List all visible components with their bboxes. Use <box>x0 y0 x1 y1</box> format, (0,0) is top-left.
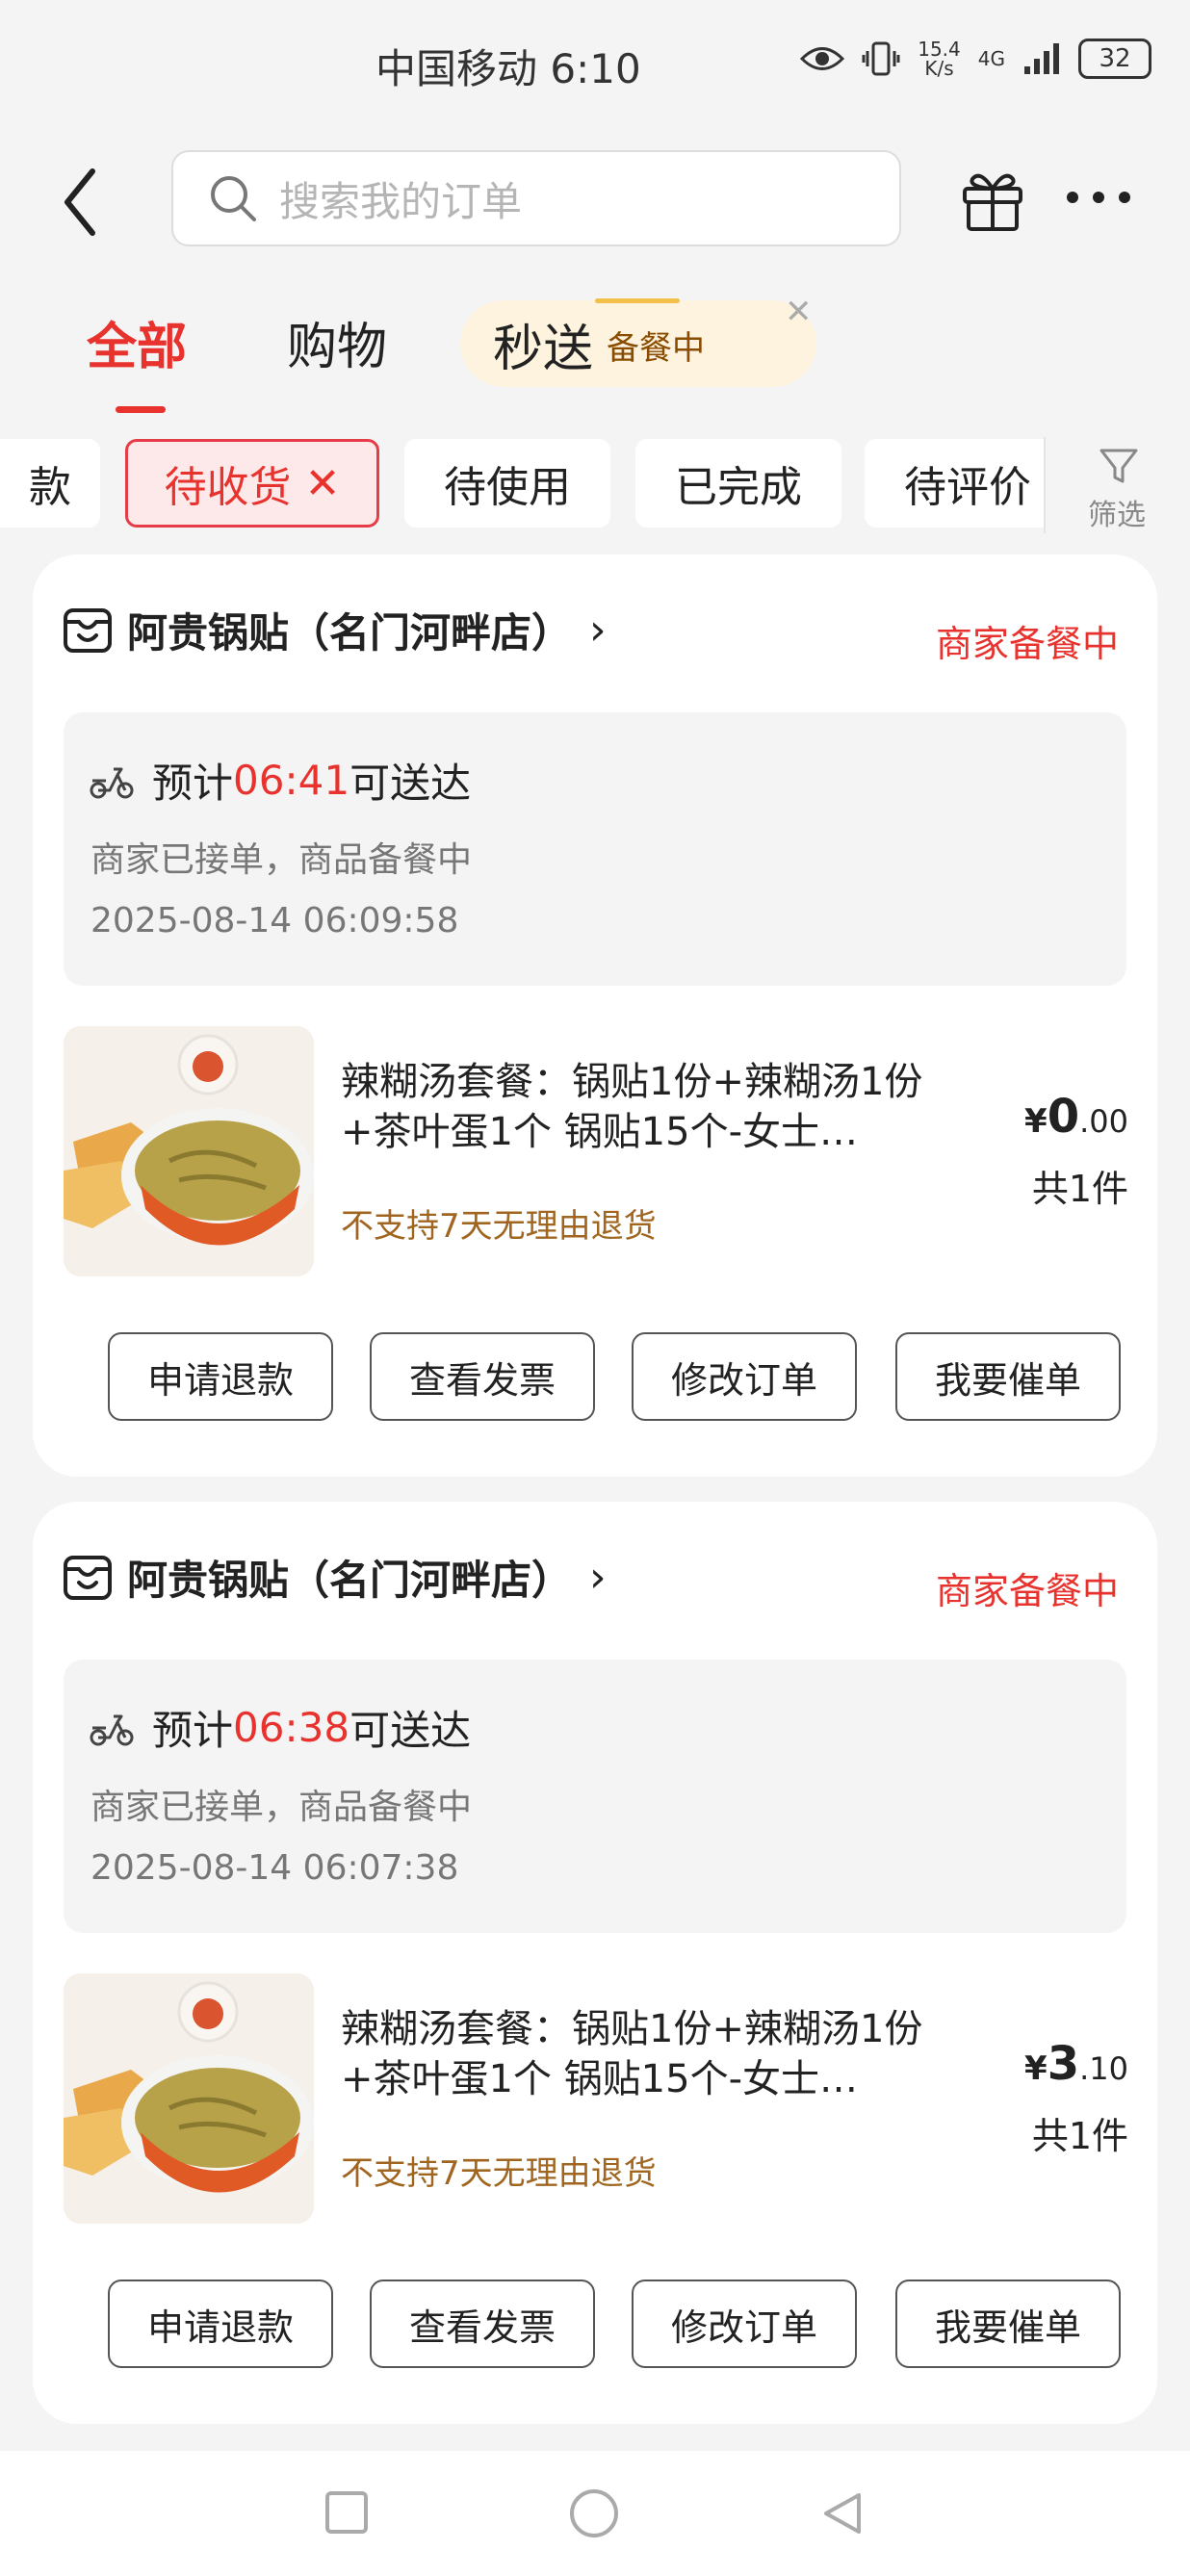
chip-pending-receipt[interactable]: 待收货 ✕ <box>125 439 379 528</box>
item-count: 共1件 <box>1031 2115 1128 2157</box>
product-title[interactable]: 辣糊汤套餐：锅贴1份+辣糊汤1份+茶叶蛋1个 锅贴15个-女士… <box>341 1057 957 1157</box>
filter-label: 筛选 <box>1088 499 1146 532</box>
tab-all[interactable]: 全部 <box>87 306 187 413</box>
chip-to-review[interactable]: 待评价 <box>865 439 1071 528</box>
scooter-icon <box>90 1714 134 1745</box>
chip-to-use[interactable]: 待使用 <box>404 439 610 528</box>
order-price: ¥0.00 <box>1024 1090 1128 1144</box>
order-timestamp: 2025-08-14 06:09:58 <box>91 901 459 940</box>
signal-icon <box>1024 43 1059 74</box>
eta-suffix: 可送达 <box>349 1707 472 1754</box>
order-progress: 商家已接单，商品备餐中 <box>91 1788 473 1827</box>
urge-order-button[interactable]: 我要催单 <box>895 2280 1121 2368</box>
battery-icon: 32 <box>1078 39 1151 79</box>
eye-icon <box>800 47 845 70</box>
return-policy-note: 不支持7天无理由退货 <box>341 2154 657 2193</box>
food-image <box>64 1026 314 1276</box>
eta-suffix: 可送达 <box>349 760 472 807</box>
tab-flash-label: 秒送 <box>493 321 594 378</box>
price-decimal: .00 <box>1079 1103 1128 1140</box>
eta-time: 06:41 <box>233 757 350 804</box>
tab-flash-status: 备餐中 <box>607 329 705 368</box>
tab-flash[interactable]: 秒送 备餐中 <box>460 298 816 387</box>
chip-to-use-label: 待使用 <box>444 463 571 512</box>
chip-completed[interactable]: 已完成 <box>635 439 841 528</box>
net-speed: 15.4 K/s <box>918 39 961 78</box>
more-icon[interactable] <box>1065 183 1132 212</box>
item-count: 共1件 <box>1031 1168 1128 1210</box>
order-card[interactable]: 阿贵锅贴（名门河畔店） › 商家备餐中 预计 06:41 可送达 商家已接单，商品备… <box>33 554 1157 1477</box>
status-icons: 15.4 K/s 4G 32 <box>800 39 1151 79</box>
urge-order-button[interactable]: 我要催单 <box>895 1332 1121 1421</box>
shop-icon <box>64 1555 112 1600</box>
chip-to-review-label: 待评价 <box>904 463 1031 512</box>
speed-value: 15.4 <box>918 38 961 61</box>
flash-indicator <box>595 298 680 303</box>
eta-line: 预计 06:41 可送达 <box>89 751 471 810</box>
vibrate-icon <box>862 41 900 76</box>
shop-link[interactable]: 阿贵锅贴（名门河畔店） › <box>62 1548 607 1607</box>
shop-icon <box>64 607 112 653</box>
speed-unit: K/s <box>924 57 954 80</box>
order-price: ¥3.10 <box>1024 2037 1128 2091</box>
refund-button[interactable]: 申请退款 <box>108 2280 333 2368</box>
order-status: 商家备餐中 <box>935 1570 1119 1612</box>
search-input[interactable]: 搜索我的订单 <box>171 150 901 246</box>
price-integer: 0 <box>1047 1090 1080 1144</box>
funnel-icon <box>1099 449 1138 483</box>
currency-symbol: ¥ <box>1024 2049 1048 2088</box>
screen: 中国移动 6:10 15.4 K/s 4G 32 搜索我的订单 全部 购物 秒送 … <box>0 0 1190 2576</box>
price-integer: 3 <box>1047 2037 1080 2091</box>
close-icon[interactable]: ✕ <box>785 293 813 331</box>
chevron-right-icon: › <box>589 605 607 655</box>
product-title[interactable]: 辣糊汤套餐：锅贴1份+辣糊汤1份+茶叶蛋1个 锅贴15个-女士… <box>341 2004 957 2104</box>
eta-line: 预计 06:38 可送达 <box>89 1698 471 1757</box>
chip-pending-receipt-label: 待收货 <box>164 463 292 512</box>
chip-completed-label: 已完成 <box>675 463 802 512</box>
order-timestamp: 2025-08-14 06:07:38 <box>91 1848 459 1888</box>
chip-partial[interactable]: 款 <box>0 439 100 528</box>
food-image <box>64 1973 314 2224</box>
view-invoice-button[interactable]: 查看发票 <box>370 1332 595 1421</box>
back-arrow-icon[interactable] <box>54 164 112 241</box>
modify-order-button[interactable]: 修改订单 <box>632 1332 857 1421</box>
search-placeholder: 搜索我的订单 <box>279 177 523 225</box>
order-status: 商家备餐中 <box>935 623 1119 665</box>
currency-symbol: ¥ <box>1024 1102 1048 1141</box>
eta-time: 06:38 <box>233 1704 350 1751</box>
modify-order-button[interactable]: 修改订单 <box>632 2280 857 2368</box>
view-invoice-button[interactable]: 查看发票 <box>370 2280 595 2368</box>
search-icon <box>211 176 256 221</box>
remove-filter-icon[interactable]: ✕ <box>305 459 341 508</box>
eta-prefix: 预计 <box>152 1707 234 1754</box>
shop-link[interactable]: 阿贵锅贴（名门河畔店） › <box>62 601 607 659</box>
product-image[interactable] <box>64 1026 314 1276</box>
recent-apps-icon[interactable] <box>325 2491 368 2534</box>
tab-shopping[interactable]: 购物 <box>287 306 387 378</box>
scooter-icon <box>90 767 134 798</box>
shop-name: 阿贵锅贴（名门河畔店） <box>127 1557 573 1604</box>
gift-icon[interactable] <box>959 166 1026 233</box>
network-type: 4G <box>977 47 1005 70</box>
delivery-info[interactable]: 预计 06:38 可送达 商家已接单，商品备餐中 2025-08-14 06:07:… <box>64 1660 1126 1933</box>
system-nav-bar <box>0 2451 1190 2576</box>
return-policy-note: 不支持7天无理由退货 <box>341 1207 657 1246</box>
carrier-time: 中国移动 6:10 <box>375 45 641 92</box>
chevron-right-icon: › <box>589 1553 607 1602</box>
status-bar: 中国移动 6:10 15.4 K/s 4G 32 <box>0 0 1190 125</box>
home-icon[interactable] <box>570 2489 618 2537</box>
delivery-info[interactable]: 预计 06:41 可送达 商家已接单，商品备餐中 2025-08-14 06:09:… <box>64 712 1126 986</box>
chip-partial-label: 款 <box>29 463 71 512</box>
price-decimal: .10 <box>1079 2050 1128 2087</box>
filter-button[interactable]: 筛选 <box>1044 437 1190 533</box>
shop-name: 阿贵锅贴（名门河畔店） <box>127 609 573 657</box>
status-filter-chips: 款 待收货 ✕ 待使用 已完成 待评价 <box>0 439 1190 531</box>
product-image[interactable] <box>64 1973 314 2224</box>
order-progress: 商家已接单，商品备餐中 <box>91 840 473 880</box>
order-card[interactable]: 阿贵锅贴（名门河畔店） › 商家备餐中 预计 06:38 可送达 商家已接单，商品备… <box>33 1502 1157 2424</box>
back-triangle-icon[interactable] <box>818 2489 867 2537</box>
refund-button[interactable]: 申请退款 <box>108 1332 333 1421</box>
eta-prefix: 预计 <box>152 760 234 807</box>
